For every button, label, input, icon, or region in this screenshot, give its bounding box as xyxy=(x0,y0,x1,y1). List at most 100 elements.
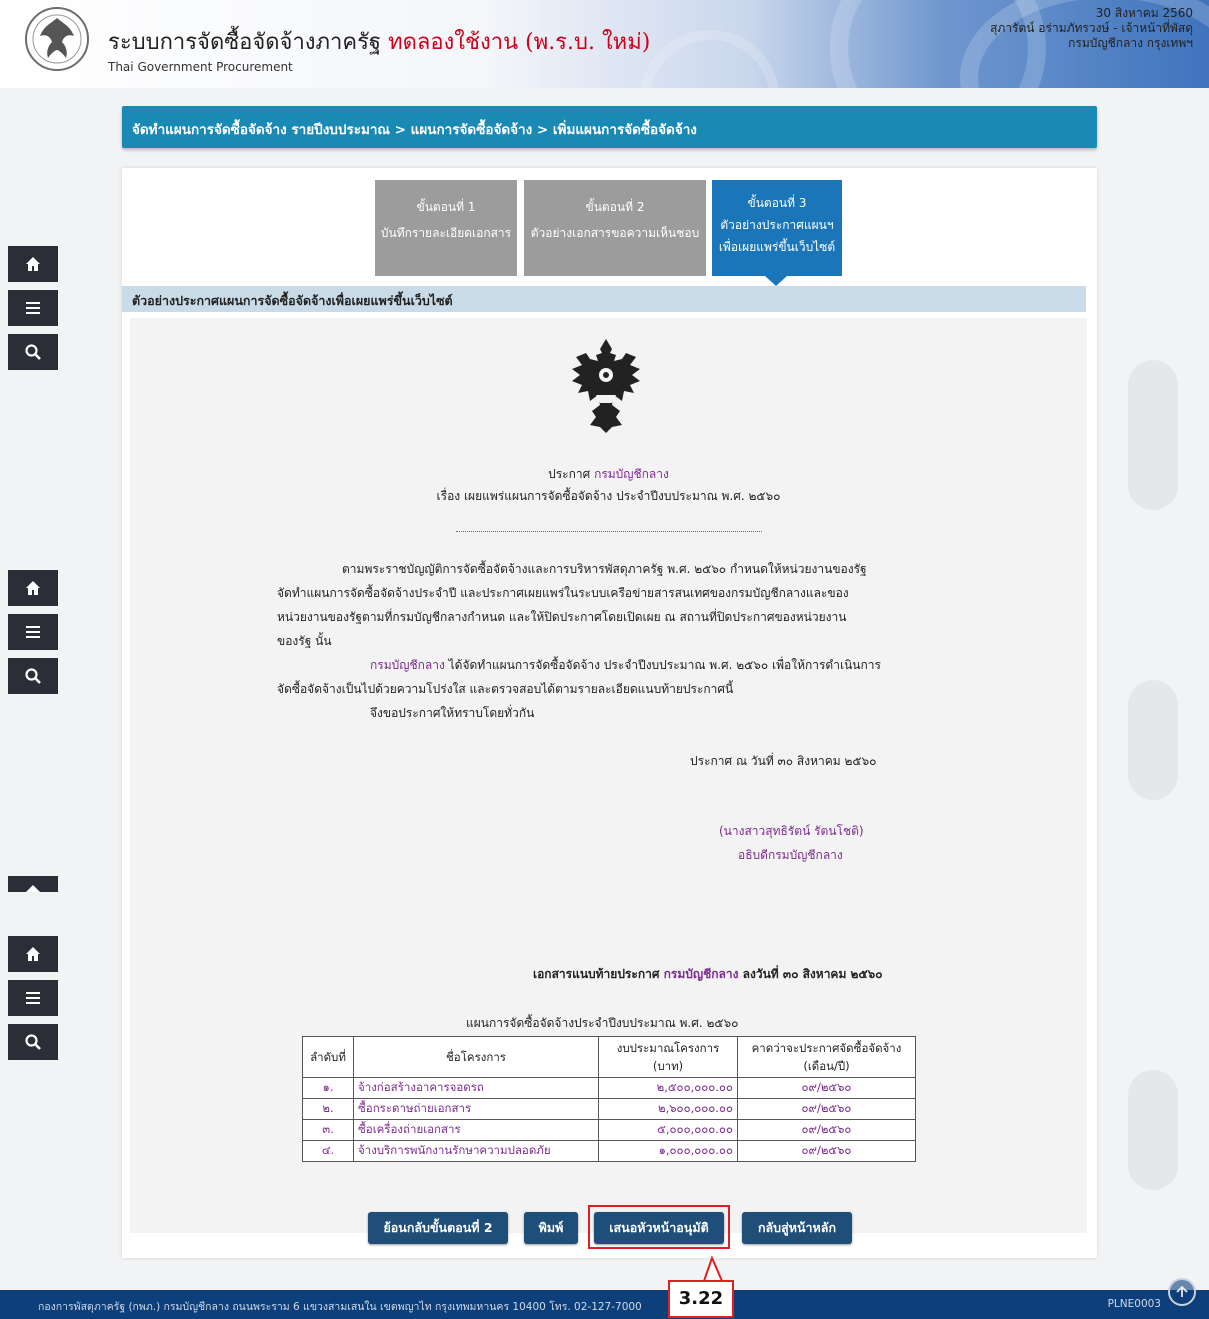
footer-address: กองการพัสดุภาครัฐ (กพภ.) กรมบัญชีกลาง ถน… xyxy=(38,1301,642,1313)
paragraph-2-agency: กรมบัญชีกลาง xyxy=(370,658,445,672)
back-to-step-2-button[interactable]: ย้อนกลับขั้นตอนที่ 2 xyxy=(368,1212,508,1244)
footer: กองการพัสดุภาครัฐ (กพภ.) กรมบัญชีกลาง ถน… xyxy=(0,1290,1209,1319)
menu-icon xyxy=(26,992,40,1004)
row-no: ๑. xyxy=(302,1077,354,1099)
step-2[interactable]: ขั้นตอนที่ 2 ตัวอย่างเอกสารขอความเห็นชอบ xyxy=(524,180,706,276)
paragraph-3: จึงขอประกาศให้ทราบโดยทั่วกัน xyxy=(370,706,535,720)
paragraph-1-line-2: จัดทำแผนการจัดซื้อจัดจ้างประจำปี และประก… xyxy=(277,586,849,600)
header-expected-line-1: คาดว่าจะประกาศจัดซื้อจัดจ้าง xyxy=(751,1041,902,1055)
signer-title: อธิบดีกรมบัญชีกลาง xyxy=(738,848,843,862)
app-title: ระบบการจัดซื้อจัดจ้างภาครัฐ ทดลองใช้งาน … xyxy=(108,24,650,59)
search-icon xyxy=(25,344,41,360)
row-name: จ้างก่อสร้างอาคารจอดรถ xyxy=(353,1077,599,1099)
background-decoration xyxy=(1128,1070,1178,1190)
active-step-indicator xyxy=(765,276,787,286)
paragraph-1-line-4: ของรัฐ นั้น xyxy=(277,634,332,648)
attachment-suffix: ลงวันที่ ๓๐ สิงหาคม ๒๕๖๐ xyxy=(742,967,883,981)
header-no: ลำดับที่ xyxy=(302,1036,354,1078)
user-name[interactable]: สุภารัตน์ อร่ามภัทรวงษ์ - เจ้าหน้าที่พัส… xyxy=(990,21,1193,36)
attachment-agency: กรมบัญชีกลาง xyxy=(663,967,739,981)
home-icon xyxy=(26,257,40,271)
row-name: จ้างบริการพนักงานรักษาความปลอดภัย xyxy=(353,1140,599,1162)
step-2-title: ขั้นตอนที่ 2 xyxy=(585,200,645,214)
rail-home-button[interactable] xyxy=(8,936,58,972)
row-date: ๐๙/๒๕๖๐ xyxy=(737,1077,916,1099)
page-code: PLNE0003 xyxy=(1107,1298,1161,1310)
announce-agency: กรมบัญชีกลาง xyxy=(594,467,669,481)
plan-table: ลำดับที่ ชื่อโครงการ งบประมาณโครงการ (บา… xyxy=(302,1036,916,1162)
row-budget: ๕,๐๐๐,๐๐๐.๐๐ xyxy=(598,1119,738,1141)
garuda-emblem xyxy=(572,339,640,433)
table-row: ๒. ซื้อกระดาษถ่ายเอกสาร ๒,๖๐๐,๐๐๐.๐๐ ๐๙/… xyxy=(302,1098,916,1120)
row-no: ๒. xyxy=(302,1098,354,1120)
search-icon xyxy=(25,1034,41,1050)
step-1[interactable]: ขั้นตอนที่ 1 บันทึกรายละเอียดเอกสาร xyxy=(375,180,517,276)
paragraph-2-line-1-rest: ได้จัดทำแผนการจัดซื้อจัดจ้าง ประจำปีงบปร… xyxy=(444,658,881,672)
plan-title: แผนการจัดซื้อจัดจ้างประจำปีงบประมาณ พ.ศ.… xyxy=(466,1016,739,1030)
row-name: ซื้อกระดาษถ่ายเอกสาร xyxy=(353,1098,599,1120)
menu-icon xyxy=(26,302,40,314)
home-icon xyxy=(26,885,40,892)
header-budget: งบประมาณโครงการ (บาท) xyxy=(598,1036,738,1078)
rail-menu-button[interactable] xyxy=(8,290,58,326)
attachment-prefix: เอกสารแนบท้ายประกาศ xyxy=(533,967,660,981)
rail-home-button[interactable] xyxy=(8,570,58,606)
rail-search-button[interactable] xyxy=(8,334,58,370)
step-3-desc-2: เพื่อเผยแพร่ขึ้นเว็บไซต์ xyxy=(718,240,836,254)
background-decoration xyxy=(1128,360,1178,510)
app-subtitle: Thai Government Procurement xyxy=(108,60,293,74)
paragraph-2-line-2: จัดซื้อจัดจ้างเป็นไปด้วยความโปร่งใส และต… xyxy=(277,682,734,696)
current-date: 30 สิงหาคม 2560 xyxy=(1095,6,1193,20)
header-expected-line-2: (เดือน/ปี) xyxy=(803,1059,850,1073)
header-budget-line-1: งบประมาณโครงการ xyxy=(616,1041,720,1055)
app-header: ระบบการจัดซื้อจัดจ้างภาครัฐ ทดลองใช้งาน … xyxy=(0,0,1209,88)
rail-menu-button[interactable] xyxy=(8,614,58,650)
highlight-box xyxy=(588,1205,730,1249)
app-title-trial: ทดลองใช้งาน (พ.ร.บ. ใหม่) xyxy=(388,30,651,55)
table-row: ๔. จ้างบริการพนักงานรักษาความปลอดภัย ๑,๐… xyxy=(302,1140,916,1162)
paragraph-1-line-1: ตามพระราชบัญญัติการจัดซื้อจัดจ้างและการบ… xyxy=(342,562,867,576)
header-decoration xyxy=(640,30,780,88)
home-icon xyxy=(26,947,40,961)
back-to-home-button[interactable]: กลับสู่หน้าหลัก xyxy=(742,1212,852,1244)
paragraph-1-line-3: หน่วยงานของรัฐตามที่กรมบัญชีกลางกำหนด แล… xyxy=(277,610,847,624)
row-date: ๐๙/๒๕๖๐ xyxy=(737,1098,916,1120)
attachment-heading: เอกสารแนบท้ายประกาศ กรมบัญชีกลาง ลงวันที… xyxy=(533,965,882,984)
rail-home-button[interactable] xyxy=(8,246,58,282)
paragraph-2-line-1: กรมบัญชีกลาง ได้จัดทำแผนการจัดซื้อจัดจ้า… xyxy=(370,656,881,675)
department-logo xyxy=(25,7,89,71)
background-decoration xyxy=(1128,680,1178,800)
row-name: ซื้อเครื่องถ่ายเอกสาร xyxy=(353,1119,599,1141)
announce-date: ประกาศ ณ วันที่ ๓๐ สิงหาคม ๒๕๖๐ xyxy=(690,754,877,768)
row-budget: ๑,๐๐๐,๐๐๐.๐๐ xyxy=(598,1140,738,1162)
scroll-to-top-button[interactable] xyxy=(1168,1278,1196,1306)
step-3-desc: ตัวอย่างประกาศแผนฯ xyxy=(720,218,834,232)
row-budget: ๒,๕๐๐,๐๐๐.๐๐ xyxy=(598,1077,738,1099)
header-name: ชื่อโครงการ xyxy=(353,1036,599,1078)
document-divider xyxy=(456,531,762,532)
rail-search-button[interactable] xyxy=(8,1024,58,1060)
announce-subject: เรื่อง เผยแพร่แผนการจัดซื้อจัดจ้าง ประจำ… xyxy=(436,489,781,503)
print-button[interactable]: พิมพ์ xyxy=(524,1212,578,1244)
rail-search-button[interactable] xyxy=(8,658,58,694)
user-org: กรมบัญชีกลาง กรุงเทพฯ xyxy=(1068,36,1193,50)
rail-collapsed-home[interactable] xyxy=(8,876,58,892)
app-title-main: ระบบการจัดซื้อจัดจ้างภาครัฐ xyxy=(108,30,382,55)
row-no: ๓. xyxy=(302,1119,354,1141)
home-icon xyxy=(26,581,40,595)
table-row: ๑. จ้างก่อสร้างอาคารจอดรถ ๒,๕๐๐,๐๐๐.๐๐ ๐… xyxy=(302,1077,916,1099)
step-3[interactable]: ขั้นตอนที่ 3 ตัวอย่างประกาศแผนฯ เพื่อเผย… xyxy=(712,180,842,276)
table-header-row: ลำดับที่ ชื่อโครงการ งบประมาณโครงการ (บา… xyxy=(302,1036,916,1078)
menu-icon xyxy=(26,626,40,638)
header-budget-line-2: (บาท) xyxy=(652,1059,684,1073)
arrow-up-icon xyxy=(1176,1285,1188,1297)
step-1-title: ขั้นตอนที่ 1 xyxy=(416,200,476,214)
rail-menu-button[interactable] xyxy=(8,980,58,1016)
breadcrumb: จัดทำแผนการจัดซื้อจัดจ้าง รายปีงบประมาณ … xyxy=(122,106,1097,148)
row-date: ๐๙/๒๕๖๐ xyxy=(737,1140,916,1162)
step-callout: 3.22 xyxy=(668,1280,734,1318)
table-row: ๓. ซื้อเครื่องถ่ายเอกสาร ๕,๐๐๐,๐๐๐.๐๐ ๐๙… xyxy=(302,1119,916,1141)
announce-heading: ประกาศ กรมบัญชีกลาง xyxy=(130,465,1087,484)
row-no: ๔. xyxy=(302,1140,354,1162)
user-info: 30 สิงหาคม 2560 สุภารัตน์ อร่ามภัทรวงษ์ … xyxy=(990,6,1193,51)
